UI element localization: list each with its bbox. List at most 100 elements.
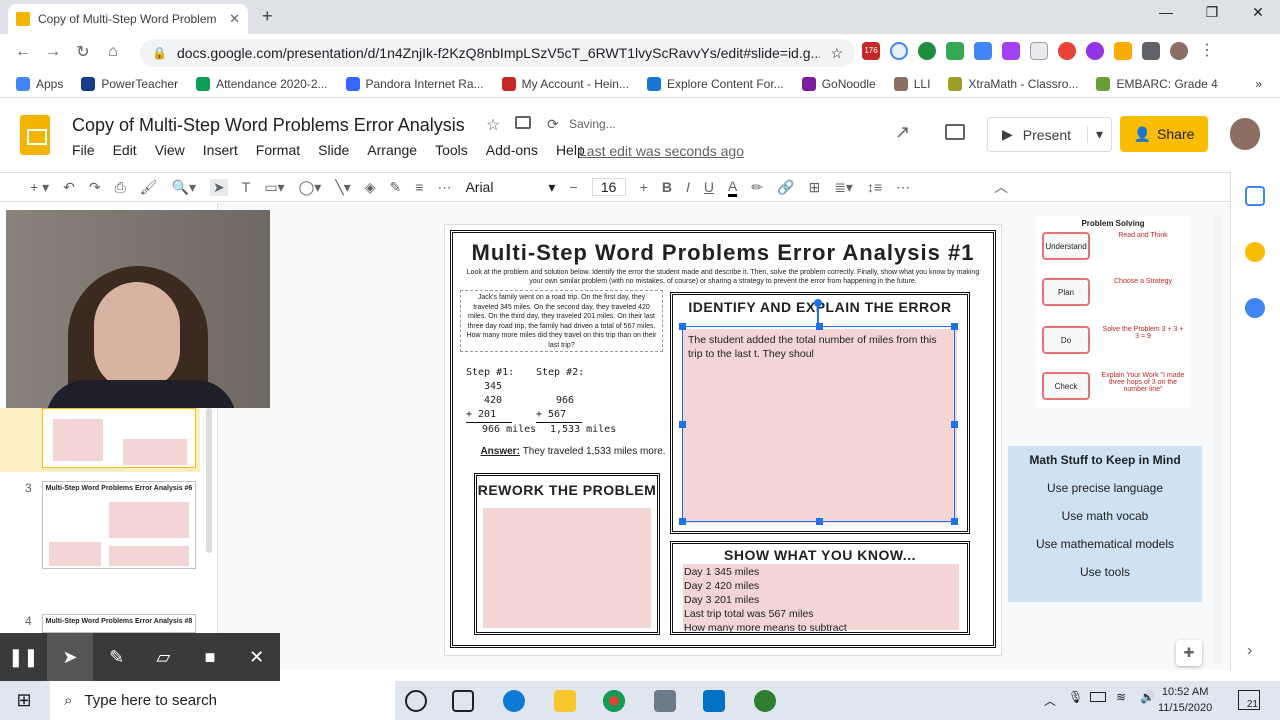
bookmark-my-account[interactable]: My Account - Hein... — [501, 76, 629, 91]
slide-thumbnail-4[interactable]: Multi-Step Word Problems Error Analysis … — [42, 614, 196, 633]
rework-problem-box[interactable]: REWORK THE PROBLEM — [474, 473, 660, 635]
move-folder-icon[interactable] — [515, 116, 531, 129]
extension-icon[interactable] — [890, 42, 908, 60]
decrease-font-icon[interactable]: − — [569, 179, 577, 195]
battery-icon[interactable] — [1090, 692, 1106, 702]
menu-format[interactable]: Format — [256, 142, 300, 158]
more-options-icon[interactable]: ⋯ — [896, 179, 910, 196]
answer-line[interactable]: Answer: They traveled 1,533 miles more. — [478, 446, 668, 457]
extension-icon[interactable] — [1030, 42, 1048, 60]
menu-view[interactable]: View — [155, 142, 185, 158]
underline-icon[interactable]: U — [704, 179, 714, 195]
cursor-icon[interactable]: ➤ — [46, 633, 94, 681]
tasks-icon[interactable] — [1245, 298, 1265, 318]
filmstrip-scrollbar[interactable] — [206, 408, 212, 553]
line-icon[interactable]: ╲▾ — [335, 179, 350, 196]
highlighter-icon[interactable]: ▱ — [140, 633, 187, 681]
app-icon[interactable] — [654, 690, 676, 712]
slides-logo-icon[interactable] — [20, 115, 50, 155]
highlight-icon[interactable]: ✏ — [751, 179, 763, 196]
step-2[interactable]: Step #2: 966 + 567 1,533 miles — [536, 366, 616, 437]
zoom-icon[interactable]: 🔍▾ — [172, 179, 196, 196]
redo-icon[interactable]: ↷ — [89, 179, 101, 196]
border-color-icon[interactable]: ✎ — [390, 179, 402, 196]
slide-thumbnail-2[interactable] — [42, 408, 196, 468]
bookmark-powerteacher[interactable]: PowerTeacher — [81, 76, 178, 91]
comments-icon[interactable] — [945, 124, 965, 140]
close-tab-icon[interactable]: ✕ — [229, 11, 240, 27]
menu-add-ons[interactable]: Add-ons — [486, 142, 538, 158]
slide-instructions[interactable]: Look at the problem and solution below. … — [460, 268, 986, 286]
wifi-icon[interactable]: ≋ — [1116, 690, 1126, 704]
last-edit-link[interactable]: Last edit was seconds ago — [579, 143, 744, 159]
align-icon[interactable]: ≣▾ — [834, 179, 853, 196]
document-title[interactable]: Copy of Multi-Step Word Problems Error A… — [72, 115, 465, 136]
step-1[interactable]: Step #1: 345 420 + 201 966 miles — [466, 366, 536, 437]
keep-icon[interactable] — [1245, 242, 1265, 262]
font-select[interactable]: Arial ▾ — [465, 179, 555, 196]
microphone-icon[interactable]: 🎙 — [1068, 690, 1083, 704]
bookmarks-overflow-icon[interactable]: » — [1255, 77, 1262, 91]
line-spacing-icon[interactable]: ↕≡ — [867, 179, 882, 195]
browser-tab[interactable]: Copy of Multi-Step Word Problem ✕ — [8, 4, 248, 34]
bookmark-apps[interactable]: Apps — [16, 76, 63, 91]
resize-handle[interactable] — [679, 518, 686, 525]
link-icon[interactable]: 🔗 — [777, 179, 794, 196]
resize-handle[interactable] — [679, 421, 686, 428]
activity-trend-icon[interactable]: ↗ — [895, 122, 910, 143]
extension-badge-icon[interactable]: 176 — [862, 42, 880, 60]
rotate-handle[interactable] — [814, 299, 822, 307]
collapse-icon[interactable]: ︿ — [994, 177, 1008, 197]
border-dash-icon[interactable]: ⋯ — [437, 179, 451, 196]
profile-avatar[interactable] — [1170, 42, 1188, 60]
menu-edit[interactable]: Edit — [113, 142, 137, 158]
resize-handle[interactable] — [816, 323, 823, 330]
problem-solving-poster[interactable]: Problem Solving Understand Read and Thin… — [1036, 216, 1190, 408]
back-icon[interactable]: ← — [8, 43, 38, 61]
calendar-icon[interactable] — [1245, 186, 1265, 206]
bookmark-lli[interactable]: LLI — [893, 76, 930, 91]
close-recording-icon[interactable]: ✕ — [233, 633, 280, 681]
camera-icon[interactable]: ■ — [187, 633, 234, 681]
bookmark-gonoodle[interactable]: GoNoodle — [801, 76, 876, 91]
outlook-icon[interactable] — [703, 690, 725, 712]
menu-slide[interactable]: Slide — [318, 142, 349, 158]
new-slide-icon[interactable]: + ▾ — [30, 179, 49, 196]
resize-handle[interactable] — [816, 518, 823, 525]
file-explorer-icon[interactable] — [554, 690, 576, 712]
menu-arrange[interactable]: Arrange — [367, 142, 417, 158]
increase-font-icon[interactable]: + — [640, 179, 648, 195]
undo-icon[interactable]: ↶ — [63, 179, 75, 196]
home-icon[interactable]: ⌂ — [98, 43, 128, 61]
border-weight-icon[interactable]: ≡ — [415, 179, 423, 195]
extension-icon[interactable] — [1114, 42, 1132, 60]
extension-icon[interactable] — [1058, 42, 1076, 60]
webcam-overlay[interactable] — [6, 210, 270, 408]
notification-center-icon[interactable]: 21 — [1238, 690, 1260, 710]
cortana-icon[interactable] — [405, 690, 427, 712]
shape-icon[interactable]: ◯▾ — [299, 179, 322, 196]
resize-handle[interactable] — [951, 421, 958, 428]
print-icon[interactable]: ⎙ — [115, 179, 126, 196]
italic-icon[interactable]: I — [686, 179, 690, 195]
bookmark-attendance[interactable]: Attendance 2020-2... — [196, 76, 328, 91]
minimize-icon[interactable]: — — [1143, 4, 1189, 26]
extensions-puzzle-icon[interactable] — [1142, 42, 1160, 60]
text-box-icon[interactable]: T — [242, 179, 251, 195]
forward-icon[interactable]: → — [38, 43, 68, 61]
fill-color-icon[interactable]: ◈ — [365, 179, 376, 196]
screencast-icon[interactable] — [754, 690, 776, 712]
resize-handle[interactable] — [679, 323, 686, 330]
new-tab-button[interactable]: + — [262, 6, 273, 27]
resize-handle[interactable] — [951, 323, 958, 330]
bookmark-explore-content[interactable]: Explore Content For... — [646, 76, 784, 91]
identify-error-text[interactable]: The student added the total number of mi… — [688, 333, 950, 361]
resize-handle[interactable] — [951, 518, 958, 525]
word-problem[interactable]: Jack's family went on a road trip. On th… — [460, 290, 663, 352]
menu-insert[interactable]: Insert — [203, 142, 238, 158]
taskbar-clock[interactable]: 10:52 AM 11/15/2020 — [1158, 684, 1212, 716]
close-window-icon[interactable]: ✕ — [1235, 4, 1280, 26]
paint-format-icon[interactable]: 🖌 — [140, 179, 158, 196]
star-icon[interactable]: ☆ — [486, 115, 500, 135]
more-menu-icon[interactable]: ⋮ — [1198, 42, 1216, 60]
